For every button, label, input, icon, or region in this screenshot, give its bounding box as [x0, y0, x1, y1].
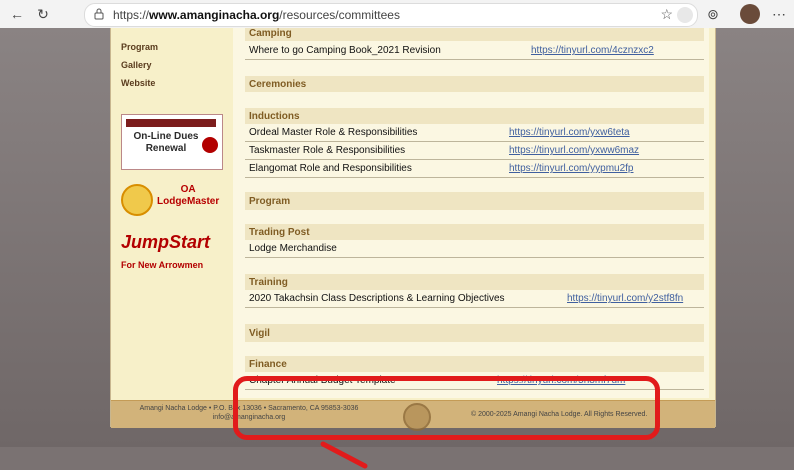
- section-vigil: Vigil: [245, 324, 704, 342]
- lodgemaster-banner[interactable]: OA LodgeMaster: [121, 182, 221, 218]
- extension-icon[interactable]: [677, 7, 693, 23]
- inductions-link[interactable]: https://tinyurl.com/yypmu2fp: [509, 163, 634, 174]
- main-content: Camping Where to go Camping Book_2021 Re…: [233, 28, 709, 398]
- sidebar: Program Gallery Website On-Line Dues Ren…: [111, 28, 233, 398]
- section-program: Program: [245, 192, 704, 210]
- refresh-icon[interactable]: ↻: [34, 5, 52, 23]
- section-trading-post: Trading Post: [245, 224, 704, 240]
- address-url: https://www.amanginacha.org/resources/co…: [113, 8, 400, 22]
- dues-badge-icon: [202, 137, 218, 153]
- dues-renewal-banner[interactable]: On-Line Dues Renewal: [121, 114, 223, 170]
- sidebar-link-program[interactable]: Program: [121, 42, 158, 52]
- section-ceremonies: Ceremonies: [245, 76, 704, 92]
- back-icon[interactable]: ←: [8, 5, 26, 23]
- inductions-link[interactable]: https://tinyurl.com/yxww6maz: [509, 145, 639, 156]
- camping-link[interactable]: https://tinyurl.com/4cznzxc2: [531, 45, 654, 56]
- dues-line-2: Renewal: [145, 143, 187, 154]
- training-link[interactable]: https://tinyurl.com/y2stf8fn: [567, 293, 683, 304]
- jumpstart-line-2: For New Arrowmen: [121, 260, 204, 270]
- page-content: Program Gallery Website On-Line Dues Ren…: [110, 28, 716, 431]
- inductions-row: Elangomat Role and Responsibilities http…: [245, 160, 704, 178]
- inductions-item: Elangomat Role and Responsibilities: [249, 163, 412, 174]
- inductions-link[interactable]: https://tinyurl.com/yxw6teta: [509, 127, 630, 138]
- url-prefix: https://: [113, 8, 150, 22]
- browser-viewport: Program Gallery Website On-Line Dues Ren…: [0, 28, 794, 469]
- inductions-row: Ordeal Master Role & Responsibilities ht…: [245, 124, 704, 142]
- lodgemaster-line-2: LodgeMaster: [157, 196, 220, 207]
- camping-row: Where to go Camping Book_2021 Revision h…: [245, 42, 704, 60]
- more-icon[interactable]: ⋯: [770, 5, 788, 23]
- pointer-arrow-icon: [320, 441, 368, 469]
- section-camping: Camping: [245, 28, 704, 41]
- lodgemaster-icon: [121, 184, 153, 216]
- address-bar[interactable]: https://www.amanginacha.org/resources/co…: [84, 3, 698, 27]
- url-path: /resources/committees: [279, 8, 400, 22]
- inductions-item: Ordeal Master Role & Responsibilities: [249, 127, 418, 138]
- inductions-row: Taskmaster Role & Responsibilities https…: [245, 142, 704, 160]
- camping-item: Where to go Camping Book_2021 Revision: [249, 45, 441, 56]
- lock-icon: [94, 8, 104, 20]
- jumpstart-banner[interactable]: JumpStart For New Arrowmen: [121, 232, 221, 280]
- browser-toolbar: ← ↻ https://www.amanginacha.org/resource…: [0, 0, 794, 29]
- jumpstart-line-1: JumpStart: [121, 232, 211, 252]
- lodgemaster-line-1: OA: [180, 184, 196, 195]
- section-finance: Finance: [245, 356, 704, 372]
- url-domain: www.amanginacha.org: [149, 8, 280, 22]
- training-row: 2020 Takachsin Class Descriptions & Lear…: [245, 290, 704, 308]
- dues-line-1: On-Line Dues: [133, 131, 199, 142]
- trading-post-row: Lodge Merchandise: [245, 240, 704, 258]
- profile-avatar[interactable]: [740, 4, 760, 24]
- reader-icon[interactable]: ⊚: [704, 5, 722, 23]
- sidebar-link-gallery[interactable]: Gallery: [121, 60, 152, 70]
- star-icon[interactable]: ☆: [660, 6, 673, 23]
- training-item: 2020 Takachsin Class Descriptions & Lear…: [249, 293, 505, 304]
- finance-highlight-box: [233, 376, 660, 440]
- inductions-item: Taskmaster Role & Responsibilities: [249, 145, 406, 156]
- section-training: Training: [245, 274, 704, 290]
- section-inductions: Inductions: [245, 108, 704, 124]
- sidebar-link-website[interactable]: Website: [121, 78, 155, 88]
- trading-post-item: Lodge Merchandise: [249, 243, 337, 254]
